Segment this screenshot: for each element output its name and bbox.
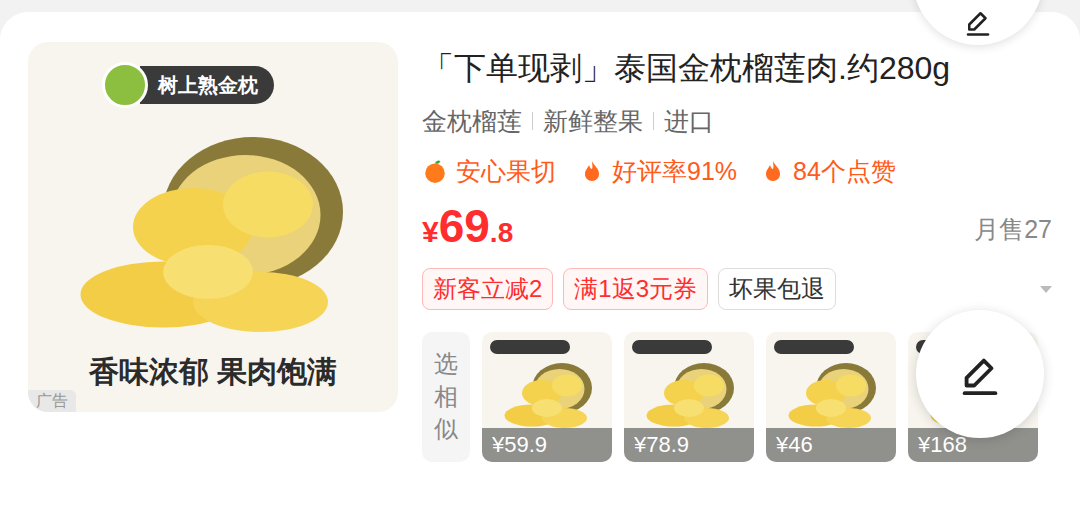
product-tag: 金枕榴莲 [422,104,522,138]
brand-logo-icon [102,62,148,108]
price: ¥69.8 [422,198,513,254]
feature-item: 安心果切 [422,154,556,188]
product-tag: 新鲜整果 [543,104,643,138]
flame-icon [761,158,785,184]
similar-item[interactable]: ¥78.9 [624,332,754,462]
similar-price: ¥46 [766,428,896,462]
page: 树上熟金枕香味浓郁 果肉饱满广告「下单现剥」泰国金枕榴莲肉.约280g金枕榴莲新… [0,0,1080,520]
product-tags: 金枕榴莲新鲜整果进口 [422,104,1052,138]
expand-arrow-icon[interactable] [1040,286,1052,293]
similar-label[interactable]: 选相似 [422,332,470,462]
thumb-badge-icon [490,340,570,354]
coupon-tag[interactable]: 新客立减2 [422,268,553,310]
similar-price: ¥78.9 [624,428,754,462]
image-badge: 树上熟金枕 [102,62,274,108]
image-slogan: 香味浓郁 果肉饱满 [28,354,398,390]
durian-icon [492,358,602,438]
coupon-tag[interactable]: 满1返3元券 [563,268,708,310]
feature-item: 84个点赞 [761,154,896,188]
pen-icon [963,7,993,37]
monthly-sales: 月售27 [974,212,1052,254]
flame-icon [580,158,604,184]
durian-icon [634,358,744,438]
product-info: 「下单现剥」泰国金枕榴莲肉.约280g金枕榴莲新鲜整果进口安心果切好评率91%8… [422,42,1052,520]
feature-item: 好评率91% [580,154,737,188]
floating-edit-button[interactable] [916,310,1044,438]
similar-item[interactable]: ¥59.9 [482,332,612,462]
similar-price: ¥59.9 [482,428,612,462]
feature-row: 安心果切好评率91% 84个点赞 [422,154,1052,188]
badge-label: 树上熟金枕 [140,66,274,104]
similar-item[interactable]: ¥46 [766,332,896,462]
tag-separator [532,112,533,130]
thumb-badge-icon [632,340,712,354]
apple-icon [422,158,448,184]
price-row: ¥69.8 月售27 [422,198,1052,254]
product-title[interactable]: 「下单现剥」泰国金枕榴莲肉.约280g [422,46,1052,90]
product-tag: 进口 [664,104,714,138]
durian-icon [58,122,358,362]
durian-icon [776,358,886,438]
pen-icon [957,351,1003,397]
product-card[interactable]: 树上熟金枕香味浓郁 果肉饱满广告「下单现剥」泰国金枕榴莲肉.约280g金枕榴莲新… [0,12,1080,520]
product-image[interactable]: 树上熟金枕香味浓郁 果肉饱满广告 [28,42,398,412]
coupon-row: 新客立减2满1返3元券坏果包退 [422,268,1052,310]
ad-label: 广告 [28,390,76,412]
coupon-tag[interactable]: 坏果包退 [718,268,836,310]
tag-separator [653,112,654,130]
thumb-badge-icon [774,340,854,354]
